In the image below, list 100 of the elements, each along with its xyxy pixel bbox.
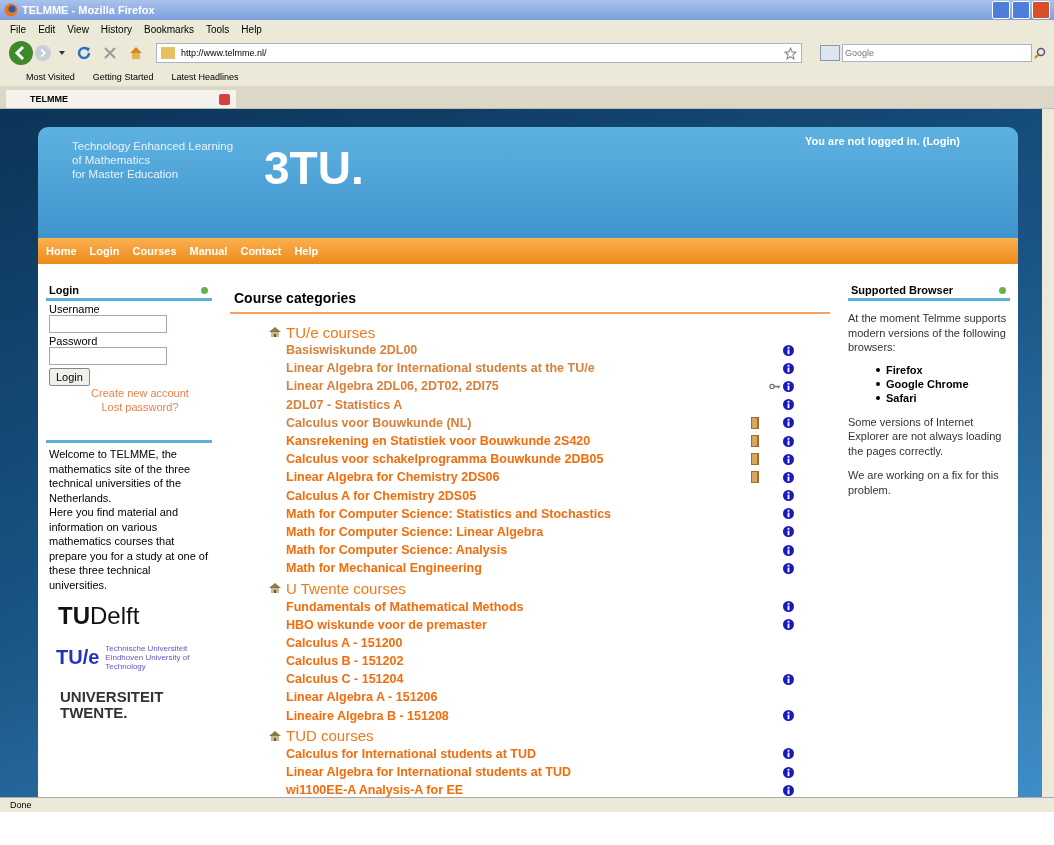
- info-icon[interactable]: [783, 362, 794, 374]
- category-link[interactable]: TU/e courses: [286, 323, 376, 341]
- account-link[interactable]: Lost password?: [101, 400, 179, 414]
- browser-name: Firefox: [886, 362, 923, 377]
- info-icon[interactable]: [783, 490, 794, 502]
- info-icon[interactable]: [783, 562, 794, 574]
- close-tab-icon[interactable]: [219, 93, 230, 105]
- field-label: Password: [48, 335, 99, 347]
- menu-item[interactable]: View: [67, 23, 89, 35]
- address-field[interactable]: http://www.telmme.nl/: [156, 43, 802, 63]
- browser-globe-icon: [4, 3, 18, 17]
- course-link[interactable]: Fundamentals of Mathematical Methods: [286, 599, 524, 614]
- info-icon[interactable]: [783, 417, 794, 429]
- info-icon[interactable]: [783, 508, 794, 520]
- info-text: At the moment Telmme supports modern versions of the following browsers:: [848, 311, 1008, 355]
- course-link[interactable]: Calculus B - 151202: [286, 654, 404, 669]
- bookmark-link[interactable]: Latest Headlines: [171, 72, 239, 82]
- menu-item[interactable]: Help: [241, 23, 262, 35]
- back-button[interactable]: [8, 40, 34, 66]
- house-icon: [268, 582, 282, 595]
- info-icon[interactable]: [783, 766, 794, 778]
- reload-icon[interactable]: [76, 45, 92, 61]
- info-icon[interactable]: [783, 710, 794, 722]
- course-link[interactable]: HBO wiskunde voor de premaster: [286, 617, 487, 632]
- dropdown-arrow-icon[interactable]: [58, 49, 66, 57]
- info-icon[interactable]: [783, 748, 794, 760]
- menu-item[interactable]: History: [100, 23, 132, 35]
- nav-link[interactable]: Courses: [132, 245, 177, 257]
- nav-link[interactable]: Contact: [240, 245, 282, 257]
- university-logo: UNIVERSITEIT TWENTE.: [59, 689, 165, 721]
- minimize-button[interactable]: [992, 1, 1010, 19]
- info-icon[interactable]: [783, 471, 794, 483]
- status-dot: [999, 286, 1006, 294]
- bullet-icon: [876, 367, 880, 372]
- password-field[interactable]: [49, 347, 167, 365]
- info-icon[interactable]: [783, 601, 794, 613]
- menu-item[interactable]: Tools: [206, 23, 230, 35]
- info-icon[interactable]: [783, 619, 794, 631]
- menu-item[interactable]: File: [10, 23, 27, 35]
- login-status: You are not logged in. (Login): [805, 135, 960, 147]
- info-icon[interactable]: [783, 673, 794, 685]
- course-link[interactable]: Basiswiskunde 2DL00: [286, 343, 418, 358]
- search-icon[interactable]: [1034, 47, 1046, 59]
- close-button[interactable]: [1032, 1, 1050, 19]
- course-link[interactable]: 2DL07 - Statistics A: [286, 397, 403, 412]
- info-icon[interactable]: [783, 784, 794, 796]
- course-link[interactable]: Linear Algebra 2DL06, 2DT02, 2DI75: [286, 379, 499, 394]
- info-text: We are working on a fix for this problem.: [848, 468, 1000, 497]
- info-text: Some versions of Internet Explorer are not always loading the pages correctly.: [848, 414, 1003, 458]
- course-link[interactable]: Lineaire Algebra B - 151208: [286, 708, 449, 723]
- site-icon: [161, 47, 175, 59]
- menu-item[interactable]: Bookmarks: [144, 23, 194, 35]
- course-link[interactable]: Linear Algebra for International students at the TU/e: [286, 361, 595, 376]
- welcome-text: Here you find material and information on various mathematics courses that prepare you for a study at one of these three technical universities.: [49, 505, 209, 592]
- restore-button[interactable]: [1012, 1, 1030, 19]
- course-link[interactable]: Linear Algebra for Chemistry 2DS06: [286, 470, 500, 485]
- course-link[interactable]: Calculus A - 151200: [286, 635, 403, 650]
- info-icon[interactable]: [783, 344, 794, 356]
- info-icon[interactable]: [783, 399, 794, 411]
- course-link[interactable]: Linear Algebra for International students at TUD: [286, 765, 571, 780]
- menu-item[interactable]: Edit: [38, 23, 56, 35]
- bullet-icon: [876, 381, 880, 386]
- course-link[interactable]: Calculus for International students at TUD: [286, 746, 537, 761]
- info-icon[interactable]: [783, 526, 794, 538]
- login-button[interactable]: Login: [49, 368, 90, 386]
- category-link[interactable]: TUD courses: [286, 727, 374, 745]
- course-link[interactable]: Calculus C - 151204: [286, 672, 404, 687]
- bookmark-link[interactable]: Most Visited: [26, 72, 75, 82]
- course-link[interactable]: Calculus voor schakelprogramma Bouwkunde 2DB05: [286, 452, 604, 467]
- bullet-icon: [876, 395, 880, 400]
- course-link[interactable]: Math for Computer Science: Analysis: [286, 543, 508, 558]
- university-logo: TUDelft: [57, 602, 141, 630]
- category-link[interactable]: U Twente courses: [286, 579, 406, 597]
- course-link[interactable]: Kansrekening en Statistiek voor Bouwkunde 2S420: [286, 434, 591, 449]
- browser-tab[interactable]: TELMME: [6, 90, 236, 108]
- course-link[interactable]: Calculus A for Chemistry 2DS05: [286, 488, 477, 503]
- course-link[interactable]: Math for Computer Science: Linear Algebra: [286, 524, 544, 539]
- bookmark-link[interactable]: Getting Started: [92, 72, 154, 82]
- info-icon[interactable]: [783, 435, 794, 447]
- info-icon[interactable]: [783, 453, 794, 465]
- username-field[interactable]: [49, 315, 167, 333]
- nav-link[interactable]: Home: [46, 245, 77, 257]
- info-icon[interactable]: [783, 380, 794, 392]
- course-link[interactable]: Calculus voor Bouwkunde (NL): [286, 415, 472, 430]
- nav-link[interactable]: Manual: [189, 245, 228, 257]
- star-icon[interactable]: [784, 46, 797, 60]
- section-title: Course categories: [230, 284, 830, 314]
- course-link[interactable]: Linear Algebra A - 151206: [286, 690, 438, 705]
- browser-name: Google Chrome: [886, 376, 969, 391]
- site-logo: 3TU.: [264, 143, 365, 193]
- scrollbar[interactable]: [1042, 109, 1054, 797]
- course-link[interactable]: Math for Computer Science: Statistics and Stochastics: [286, 506, 612, 521]
- info-icon[interactable]: [783, 544, 794, 556]
- account-link[interactable]: Create new account: [91, 386, 189, 400]
- search-field[interactable]: Google: [842, 44, 1032, 62]
- course-link[interactable]: Math for Mechanical Engineering: [286, 561, 482, 576]
- course-link[interactable]: wi1100EE-A Analysis-A for EE: [286, 783, 464, 797]
- nav-link[interactable]: Help: [294, 245, 319, 257]
- status-dot: [201, 286, 208, 294]
- nav-link[interactable]: Login: [89, 245, 120, 257]
